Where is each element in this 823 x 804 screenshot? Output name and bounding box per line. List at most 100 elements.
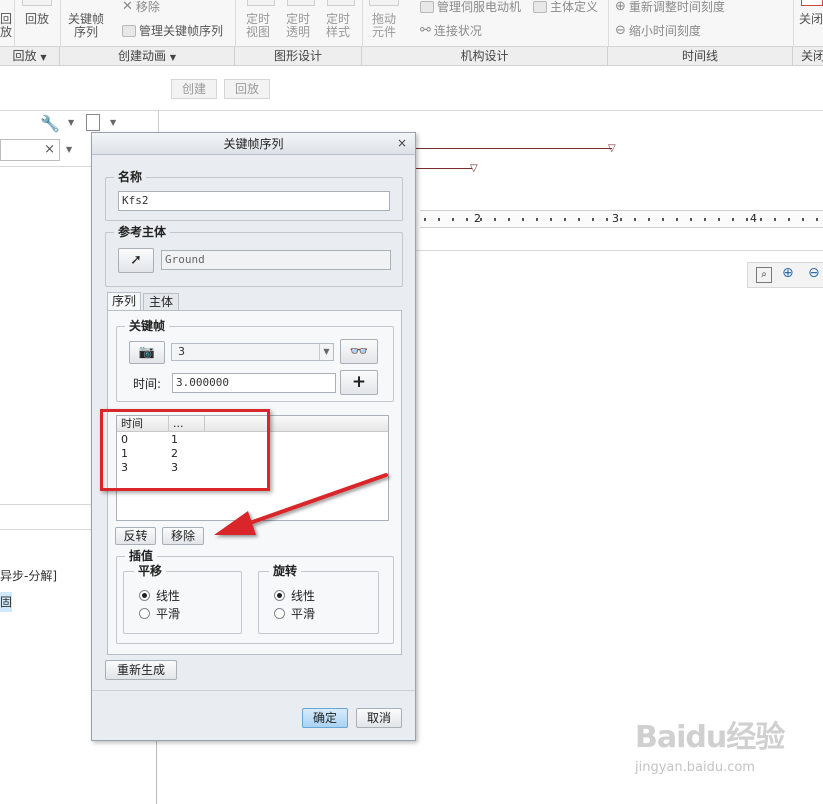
timeline-end-marker-icon[interactable]: ▽: [470, 163, 478, 174]
group-mechanism-design: 机构设计: [362, 47, 608, 66]
ruler-tick: [634, 218, 636, 221]
tab-body[interactable]: 主体: [143, 293, 179, 311]
dropdown-arrow-icon[interactable]: ▼: [66, 145, 72, 154]
time-field[interactable]: 3.000000: [172, 373, 336, 393]
ruler-tick-label: 4: [750, 212, 757, 225]
ruler-tick: [774, 218, 776, 221]
tab-sequence[interactable]: 序列: [107, 292, 141, 311]
clear-icon[interactable]: ×: [44, 142, 55, 157]
manage-keyframe-sequence-item[interactable]: 管理关键帧序列: [122, 22, 223, 39]
reverse-button[interactable]: 反转: [115, 527, 156, 545]
interpolation-legend: 插值: [125, 549, 158, 563]
close-ribbon-button[interactable]: 关闭: [799, 13, 823, 26]
ruler-tick: [690, 218, 692, 221]
shrink-time-item[interactable]: ⊖ 缩小时间刻度: [615, 22, 701, 39]
rotation-legend: 旋转: [269, 564, 302, 578]
ruler-tick: [802, 218, 804, 221]
radio-selected-icon[interactable]: [139, 590, 150, 601]
ruler-tick: [438, 218, 440, 221]
radio-unselected-icon[interactable]: [139, 608, 150, 619]
reference-body-field[interactable]: Ground: [161, 250, 391, 270]
playback-button[interactable]: 回放: [20, 13, 54, 26]
chevron-down-icon[interactable]: ▼: [319, 344, 333, 360]
ruler-tick: [564, 218, 566, 221]
dropdown-arrow-icon: ▼: [40, 53, 47, 62]
fixed-transparency-button[interactable]: 定时 透明: [283, 13, 313, 39]
close-icon[interactable]: ×: [395, 136, 409, 150]
body-definition-item[interactable]: 主体定义: [533, 0, 598, 15]
rescale-time-item[interactable]: ⊕ 重新调整时间刻度: [615, 0, 725, 15]
annotation-arrow-icon: [214, 473, 388, 535]
ruler-tick: [676, 218, 678, 221]
rescale-icon: ⊕: [615, 0, 626, 14]
manage-servo-item[interactable]: 管理伺服电动机: [420, 0, 521, 15]
divider: [793, 0, 794, 46]
remove-button[interactable]: 移除: [162, 527, 204, 545]
ruler-tick: [494, 218, 496, 221]
preview-button[interactable]: 👓: [340, 339, 378, 364]
fixed-view-button[interactable]: 定时 视图: [243, 13, 273, 39]
keyframe-select[interactable]: 3 ▼: [171, 343, 334, 361]
divider: [0, 504, 91, 505]
ribbon-icon-stub: [247, 0, 275, 6]
fixed-view-label: 定时 视图: [245, 12, 270, 39]
rotation-linear-option[interactable]: 线性: [274, 587, 315, 604]
close-ribbon-label: 关闭: [799, 12, 823, 26]
keyframe-sequence-button[interactable]: 关键帧 序列: [64, 13, 108, 39]
zoom-fit-icon[interactable]: ⌕: [756, 267, 772, 283]
add-keyframe-button[interactable]: +: [340, 370, 378, 395]
cancel-button[interactable]: 取消: [356, 708, 402, 728]
create-button[interactable]: 创建: [171, 79, 217, 99]
shrink-time-label: 缩小时间刻度: [628, 24, 701, 38]
tree-item-text[interactable]: 异步-分解]: [0, 567, 57, 584]
dialog-title-bar[interactable]: 关键帧序列: [92, 133, 415, 155]
search-input[interactable]: ×: [0, 139, 60, 161]
translation-smooth-option[interactable]: 平滑: [139, 605, 180, 622]
zoom-out-icon[interactable]: ⊖: [808, 265, 820, 281]
playback-partial-label: 回 放: [0, 12, 13, 39]
zoom-out-icon: ⊖: [615, 23, 626, 38]
body-definition-icon: [533, 0, 547, 13]
radio-selected-icon[interactable]: [274, 590, 285, 601]
timeline-end-marker-icon[interactable]: ▽: [608, 143, 616, 154]
group-create-animation-label: 创建动画: [118, 49, 167, 63]
remove-ribbon-item[interactable]: ✕ 移除: [122, 0, 160, 15]
ruler-tick: [466, 218, 468, 221]
radio-unselected-icon[interactable]: [274, 608, 285, 619]
fixed-style-button[interactable]: 定时 样式: [323, 13, 353, 39]
dropdown-arrow-icon[interactable]: ▼: [110, 118, 116, 127]
divider: [608, 0, 609, 46]
group-playback[interactable]: 回放 ▼: [0, 47, 60, 66]
reference-body-legend: 参考主体: [114, 225, 171, 239]
playback-toolbar-button[interactable]: 回放: [224, 79, 270, 99]
ruler-tick-label: 3: [612, 212, 619, 225]
group-create-animation[interactable]: 创建动画 ▼: [60, 47, 235, 66]
drag-component-button[interactable]: 拖动 元件: [369, 13, 399, 39]
ok-button[interactable]: 确定: [302, 708, 348, 728]
group-timeline: 时间线: [608, 47, 793, 66]
name-field[interactable]: Kfs2: [118, 191, 390, 211]
connection-status-item[interactable]: ⚯ 连接状况: [420, 22, 482, 39]
rotation-smooth-option[interactable]: 平滑: [274, 605, 315, 622]
ruler-tick: [718, 218, 720, 221]
tree-item-selected[interactable]: 固: [0, 592, 12, 612]
select-body-button[interactable]: ➚: [118, 248, 154, 273]
cursor-arrow-icon: ➚: [130, 252, 142, 268]
zoom-in-icon[interactable]: ⊕: [782, 265, 794, 281]
dropdown-arrow-icon[interactable]: ▼: [68, 118, 74, 127]
keyframe-legend: 关键帧: [125, 319, 170, 333]
tools-icon[interactable]: 🔧: [40, 114, 60, 133]
document-list-icon[interactable]: [86, 114, 100, 131]
glasses-icon: 👓: [349, 342, 369, 360]
playback-button-partial[interactable]: 回 放: [0, 13, 12, 39]
timeline-bar: [416, 168, 472, 169]
ribbon-group-bar: 回放 ▼ 创建动画 ▼ 图形设计 机构设计 时间线 关闭: [0, 46, 823, 66]
ruler-tick: [704, 218, 706, 221]
snapshot-button[interactable]: 📷: [129, 341, 165, 364]
zoom-toolbar: ⌕ ⊕ ⊖: [747, 262, 823, 288]
translation-linear-option[interactable]: 线性: [139, 587, 180, 604]
group-playback-label: 回放: [12, 49, 37, 63]
servo-motor-icon: [420, 0, 434, 13]
ruler-tick: [746, 218, 748, 221]
regenerate-button[interactable]: 重新生成: [105, 660, 177, 680]
